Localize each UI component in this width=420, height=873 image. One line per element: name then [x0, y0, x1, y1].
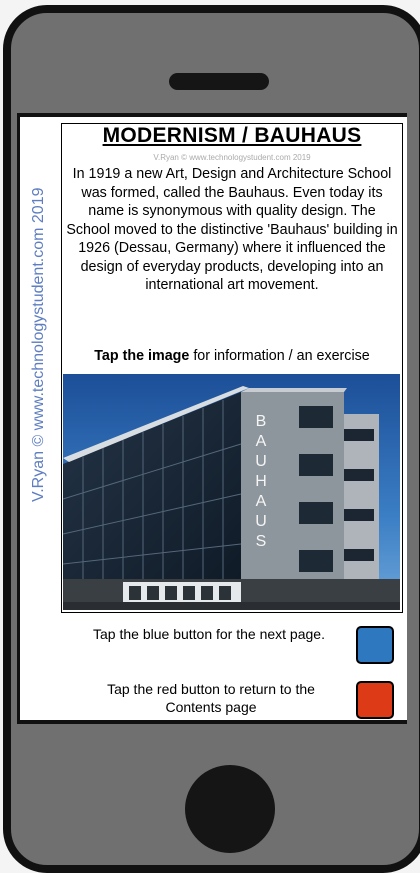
sign-letter: U: [255, 513, 267, 530]
sign-letter: A: [256, 493, 267, 510]
tap-instruction-bold: Tap the image: [94, 348, 190, 364]
tap-instruction: Tap the image for information / an exerc…: [62, 348, 402, 364]
page-title: MODERNISM / BAUHAUS: [102, 124, 362, 147]
speaker-grille: [169, 73, 269, 90]
sign-letter: S: [256, 533, 267, 550]
bauhaus-building-illustration: B A U H A U S: [63, 374, 400, 610]
bauhaus-building-image[interactable]: B A U H A U S: [63, 374, 400, 610]
content-card: MODERNISM / BAUHAUS V.Ryan © www.technol…: [61, 123, 403, 613]
next-page-button[interactable]: [356, 626, 394, 664]
sign-letter: B: [256, 413, 267, 430]
sign-letter: A: [256, 433, 267, 450]
tap-instruction-rest: for information / an exercise: [189, 348, 370, 364]
sign-letter: U: [255, 453, 267, 470]
side-credit: V.Ryan © www.technologystudent.com 2019: [30, 187, 47, 503]
contents-instruction: Tap the red button to return to the Cont…: [107, 681, 315, 715]
credit-small: V.Ryan © www.technologystudent.com 2019: [153, 153, 311, 162]
next-page-instruction: Tap the blue button for the next page.: [93, 626, 325, 642]
sign-letter: H: [255, 473, 267, 490]
home-button[interactable]: [185, 765, 275, 853]
contents-button[interactable]: [356, 681, 394, 719]
body-text: In 1919 a new Art, Design and Architectu…: [66, 166, 398, 293]
phone-screen: V.Ryan © www.technologystudent.com 2019 …: [17, 113, 407, 724]
